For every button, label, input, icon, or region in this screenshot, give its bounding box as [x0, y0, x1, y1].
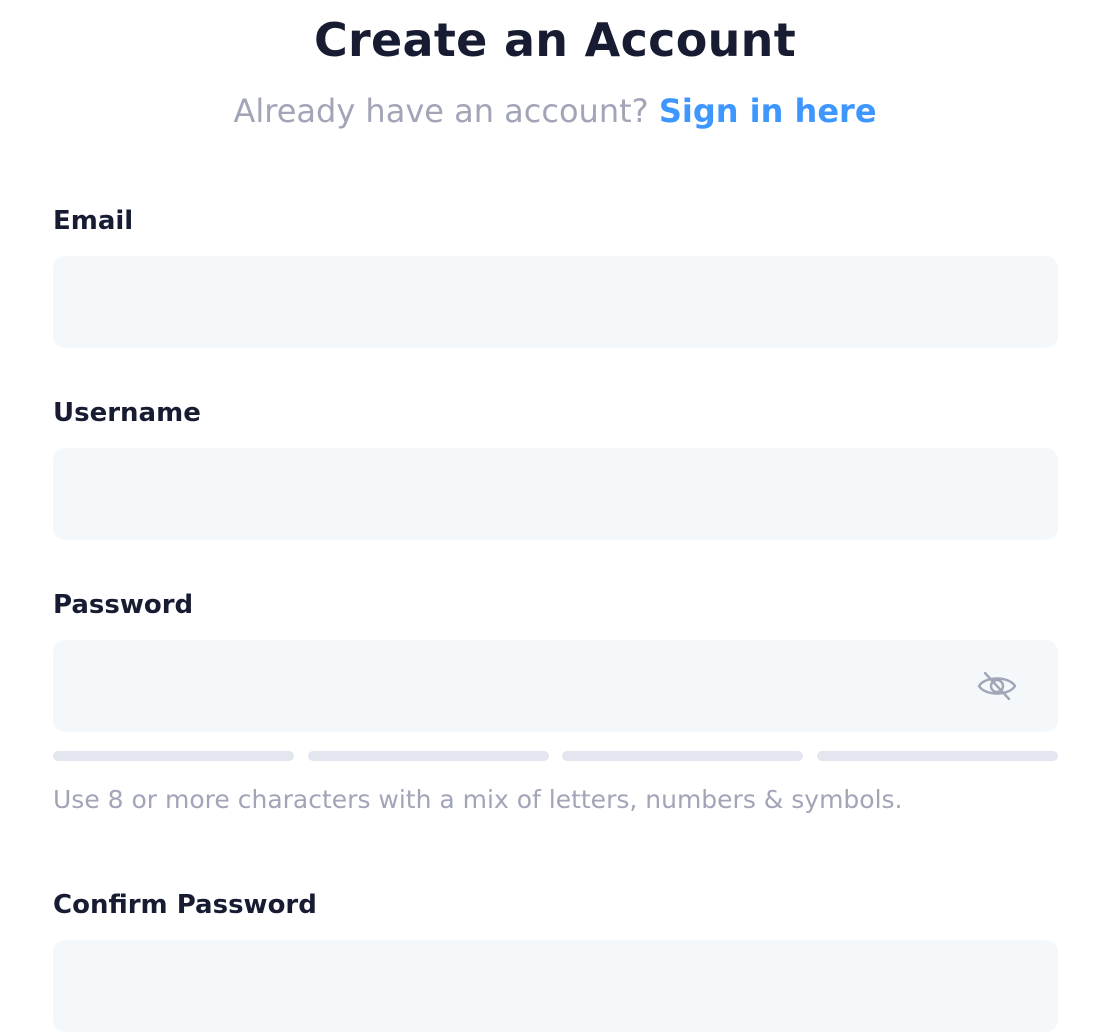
- username-field-container: [53, 448, 1058, 540]
- email-field[interactable]: [53, 256, 1058, 348]
- signin-prompt: Already have an account? Sign in here: [0, 90, 1110, 132]
- signin-link[interactable]: Sign in here: [659, 92, 877, 130]
- eye-off-icon[interactable]: [976, 670, 1018, 702]
- confirm-password-label: Confirm Password: [53, 890, 317, 920]
- signin-prompt-text: Already have an account?: [233, 92, 649, 130]
- password-field[interactable]: [53, 640, 1058, 732]
- password-hint: Use 8 or more characters with a mix of l…: [53, 785, 903, 814]
- strength-segment: [817, 751, 1058, 761]
- username-label: Username: [53, 398, 201, 428]
- email-field-container: [53, 256, 1058, 348]
- password-field-container: [53, 640, 1058, 732]
- page-title: Create an Account: [313, 13, 796, 67]
- strength-segment: [308, 751, 549, 761]
- confirm-password-field-container: [53, 940, 1058, 1032]
- confirm-password-field[interactable]: [53, 940, 1058, 1032]
- email-label: Email: [53, 206, 134, 236]
- strength-segment: [562, 751, 803, 761]
- strength-segment: [53, 751, 294, 761]
- password-label: Password: [53, 590, 194, 620]
- username-field[interactable]: [53, 448, 1058, 540]
